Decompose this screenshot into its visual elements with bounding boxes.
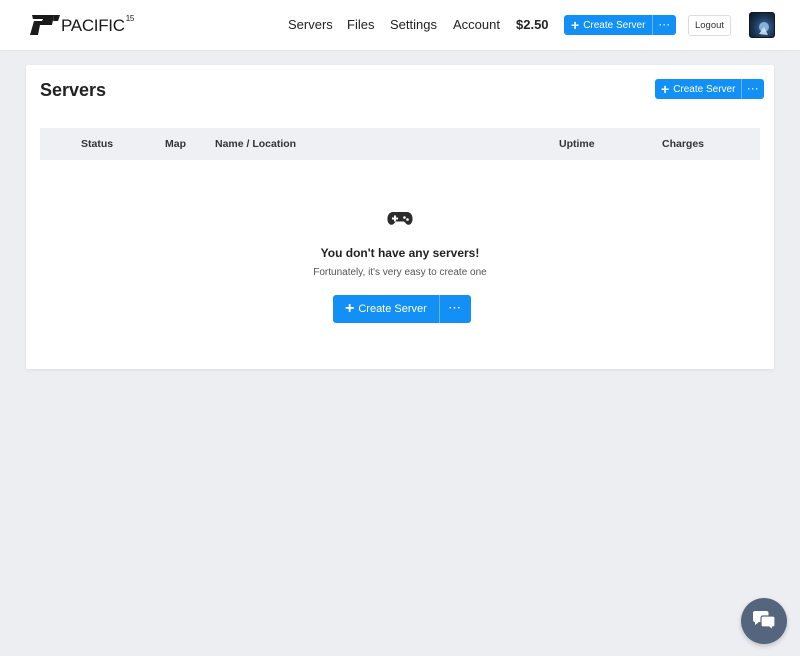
create-server-label: Create Server (673, 83, 736, 95)
top-navbar: PACIFIC15 Servers Files Settings Account… (0, 0, 800, 50)
logout-button[interactable]: Logout (688, 15, 731, 36)
avatar[interactable] (749, 12, 775, 38)
plus-icon: + (661, 81, 670, 97)
create-server-label: Create Server (358, 303, 427, 315)
column-header-charges[interactable]: Charges (662, 138, 704, 150)
more-dots-icon: ··· (658, 19, 671, 30)
empty-state-subtitle: Fortunately, it's very easy to create on… (313, 267, 487, 278)
chat-bubbles-icon (753, 611, 776, 632)
servers-card: Servers + Create Server ··· Status Map N… (26, 65, 774, 369)
nav-servers[interactable]: Servers (288, 17, 333, 32)
empty-create-server-button[interactable]: + Create Server (333, 295, 439, 323)
create-server-label: Create Server (583, 19, 646, 31)
column-header-uptime[interactable]: Uptime (559, 138, 595, 150)
column-header-map[interactable]: Map (165, 138, 186, 150)
nav-settings[interactable]: Settings (390, 17, 437, 32)
empty-more-button[interactable]: ··· (438, 295, 471, 323)
header-create-server-button-group: + Create Server ··· (564, 15, 677, 35)
gamepad-icon (387, 212, 413, 225)
empty-state-title: You don't have any servers! (320, 246, 480, 260)
card-create-server-button-group: + Create Server ··· (655, 79, 765, 99)
more-dots-icon: ··· (448, 303, 462, 314)
plus-icon: + (571, 17, 580, 33)
card-more-button[interactable]: ··· (741, 79, 764, 99)
logo[interactable]: PACIFIC15 (30, 11, 134, 39)
nav-account[interactable]: Account (453, 17, 500, 32)
column-header-status[interactable]: Status (81, 138, 113, 150)
column-header-name-location[interactable]: Name / Location (215, 138, 296, 150)
card-create-server-button[interactable]: + Create Server (655, 79, 741, 99)
chat-widget-button[interactable] (741, 598, 787, 644)
logo-mark-icon (30, 15, 60, 35)
logo-text: PACIFIC15 (61, 14, 135, 35)
avatar-image-icon (759, 22, 769, 35)
plus-icon: + (345, 300, 355, 317)
nav-files[interactable]: Files (347, 17, 374, 32)
servers-table-header: Status Map Name / Location Uptime Charge… (40, 128, 760, 160)
more-dots-icon: ··· (747, 83, 760, 94)
header-create-server-button[interactable]: + Create Server (564, 15, 652, 35)
account-balance[interactable]: $2.50 (516, 17, 549, 32)
page-title: Servers (40, 80, 107, 100)
empty-create-server-button-group: + Create Server ··· (333, 295, 471, 323)
header-more-button[interactable]: ··· (652, 15, 676, 35)
